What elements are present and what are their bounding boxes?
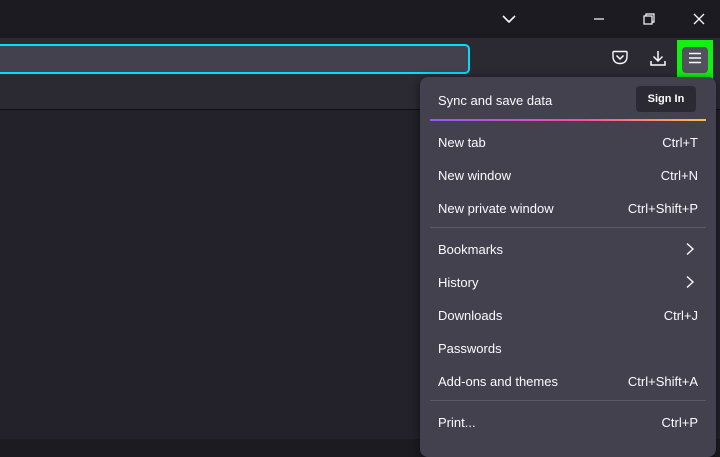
menu-separator	[430, 227, 706, 228]
downloads-button[interactable]	[644, 46, 672, 74]
menu-item-label: New private window	[438, 201, 554, 216]
chevron-right-icon	[684, 275, 696, 289]
menu-item-downloads[interactable]: Downloads Ctrl+J	[420, 300, 716, 330]
menu-item-add-ons-and-themes[interactable]: Add-ons and themes Ctrl+Shift+A	[420, 366, 716, 396]
app-menu-panel: Sync and save data Sign In New tab Ctrl+…	[420, 77, 716, 457]
title-bar	[0, 0, 720, 38]
menu-item-label: History	[438, 275, 479, 290]
menu-item-label: Print...	[438, 415, 476, 430]
menu-item-new-window[interactable]: New window Ctrl+N	[420, 160, 716, 190]
menu-item-new-private-window[interactable]: New private window Ctrl+Shift+P	[420, 193, 716, 223]
menu-separator	[430, 400, 706, 401]
menu-item-shortcut: Ctrl+J	[663, 308, 698, 323]
menu-item-label: New window	[438, 168, 511, 183]
pocket-icon	[612, 50, 628, 70]
menu-item-print[interactable]: Print... Ctrl+P	[420, 407, 716, 437]
menu-item-label: Bookmarks	[438, 242, 504, 257]
menu-item-shortcut: Ctrl+Shift+P	[627, 201, 698, 216]
menu-item-shortcut: Ctrl+P	[661, 415, 698, 430]
menu-item-shortcut: Ctrl+N	[660, 168, 698, 183]
download-icon	[650, 50, 666, 71]
menu-item-shortcut: Ctrl+T	[662, 135, 698, 150]
menu-item-new-tab[interactable]: New tab Ctrl+T	[420, 127, 716, 157]
chevron-right-icon	[684, 242, 696, 256]
minimize-icon	[593, 13, 605, 25]
close-window-button[interactable]	[680, 0, 718, 38]
list-all-tabs-button[interactable]	[490, 0, 528, 38]
restore-icon	[643, 13, 655, 25]
chevron-down-icon	[502, 14, 516, 24]
menu-item-passwords[interactable]: Passwords	[420, 333, 716, 363]
menu-item-label: Downloads	[438, 308, 503, 323]
open-application-menu-button[interactable]	[677, 40, 713, 80]
sync-separator	[430, 119, 706, 121]
sync-label: Sync and save data	[438, 93, 553, 108]
minimize-button[interactable]	[580, 0, 618, 38]
close-icon	[693, 13, 705, 25]
menu-item-history[interactable]: History	[420, 267, 716, 297]
url-bar[interactable]	[0, 44, 470, 74]
hamburger-menu-icon	[688, 51, 702, 69]
menu-button-inner	[682, 47, 708, 73]
menu-item-bookmarks[interactable]: Bookmarks	[420, 234, 716, 264]
restore-button[interactable]	[630, 0, 668, 38]
sync-row: Sync and save data Sign In	[420, 77, 716, 121]
pocket-button[interactable]	[606, 46, 634, 74]
menu-item-label: New tab	[438, 135, 486, 150]
sign-in-button[interactable]: Sign In	[636, 86, 696, 112]
menu-item-label: Add-ons and themes	[438, 374, 558, 389]
menu-item-shortcut: Ctrl+Shift+A	[627, 374, 698, 389]
menu-item-label: Passwords	[438, 341, 502, 356]
